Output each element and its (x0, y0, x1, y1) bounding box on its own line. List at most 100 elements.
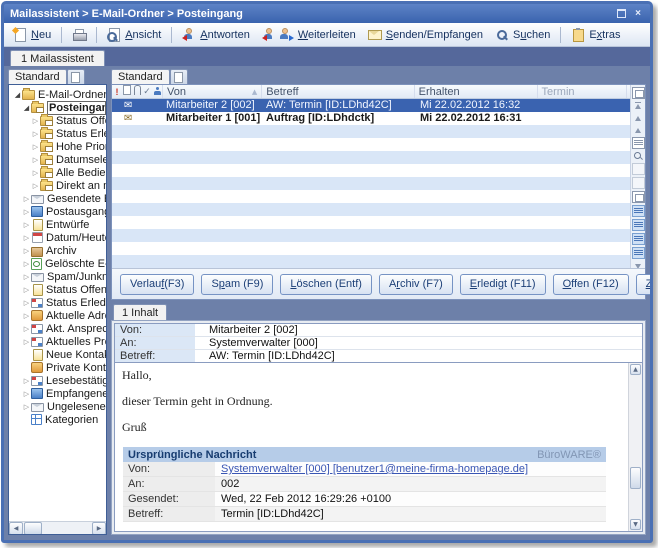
mail-row[interactable]: ✉Mitarbeiter 2 [002]AW: Termin [ID:LDhd4… (112, 99, 631, 112)
toolbar-button-extras[interactable]: Extras (566, 26, 625, 43)
tree-item-status-offen[interactable]: ▷Status Offen (9, 114, 106, 127)
attachment-column-icon[interactable] (132, 85, 142, 98)
scroll-down-icon[interactable]: ▼ (630, 519, 641, 530)
tree-item-postausgang[interactable]: ▷Postausgang (9, 205, 106, 218)
body-scrollbar[interactable]: ▲ ▼ (628, 363, 642, 531)
tree-item-datumselektion[interactable]: ▷Datumselektion (9, 153, 106, 166)
scrollbar-thumb[interactable] (630, 467, 641, 489)
tree-horizontal-scrollbar[interactable]: ◀ ▶ (9, 521, 106, 534)
tree-item-gel-schte-e-mails[interactable]: ▷Gelöschte E-Mails (9, 257, 106, 270)
tree-item-lesebest-tigungen[interactable]: ▷Lesebestätigungen (9, 374, 106, 387)
column-header-von[interactable]: Von▲ (162, 85, 261, 98)
expand-icon[interactable]: ▷ (31, 143, 40, 151)
expand-icon[interactable]: ▷ (31, 117, 40, 125)
tab-mailassistent[interactable]: 1 Mailassistent (10, 50, 105, 67)
person-column-icon[interactable] (152, 86, 162, 98)
tree-item-entw-rfe[interactable]: ▷Entwürfe (9, 218, 106, 231)
mail-row[interactable]: ✉Mitarbeiter 1 [001]Auftrag [ID:LDhdctk]… (112, 112, 631, 125)
spam-button[interactable]: Spam (F9) (201, 274, 273, 295)
tree-item-alle-bediener[interactable]: ▷Alle Bediener (9, 166, 106, 179)
tree-item-posteingang[interactable]: ◢Posteingang (9, 101, 106, 114)
expand-icon[interactable]: ▷ (31, 130, 40, 138)
tree-item-hohe-priorit-t[interactable]: ▷Hohe Priorität (9, 140, 106, 153)
expand-icon[interactable]: ▷ (22, 325, 31, 333)
expand-icon[interactable]: ▷ (22, 312, 31, 320)
tree-item-direkt-an-mich[interactable]: ▷Direkt an mich (9, 179, 106, 192)
tree-item-empfangene-mails[interactable]: ▷Empfangene Mails (9, 387, 106, 400)
copy-row-icon[interactable] (632, 191, 645, 203)
tab-inhalt[interactable]: 1 Inhalt (113, 304, 167, 320)
filter-icon[interactable] (632, 177, 645, 189)
scroll-left-icon[interactable]: ◀ (9, 522, 23, 535)
offen-button[interactable]: Offen (F12) (553, 274, 629, 295)
collapse-icon[interactable]: ◢ (22, 104, 31, 112)
tree-item-aktuelles-projekt[interactable]: ▷Aktuelles Projekt (9, 335, 106, 348)
collapse-icon[interactable]: ◢ (13, 91, 22, 99)
tree-item-ungelesene-mails[interactable]: ▷Ungelesene Mails (9, 400, 106, 413)
tree-item-gesendete-e-mails[interactable]: ▷Gesendete E-Mails (9, 192, 106, 205)
expand-icon[interactable]: ▷ (22, 260, 31, 268)
expand-icon[interactable]: ▷ (31, 182, 40, 190)
page-up-icon[interactable] (633, 113, 644, 123)
expand-icon[interactable]: ▷ (22, 390, 31, 398)
close-icon[interactable]: × (632, 8, 644, 19)
type-column-icon[interactable] (122, 85, 132, 98)
table-columns-icon[interactable] (632, 137, 645, 149)
expand-icon[interactable]: ▷ (22, 221, 31, 229)
expand-icon[interactable]: ▷ (22, 403, 31, 411)
loeschen-button[interactable]: Löschen (Entf) (280, 274, 372, 295)
tree-item-kategorien[interactable]: Kategorien (9, 413, 106, 426)
scroll-to-top-icon[interactable] (633, 101, 644, 111)
toolbar-button-weiterleiten[interactable]: Weiterleiten (257, 26, 361, 43)
scrollbar-thumb[interactable] (24, 522, 42, 535)
toolbar-button-drucken[interactable] (67, 26, 91, 43)
column-header-termin[interactable]: Termin (537, 85, 626, 98)
status-column-icon[interactable]: ✓ (142, 86, 152, 98)
tree-item-datum-heute[interactable]: ▷Datum/Heute (9, 231, 106, 244)
expand-icon[interactable]: ▷ (22, 208, 31, 216)
toolbar-button-ansicht[interactable]: Ansicht (102, 26, 166, 43)
expand-icon[interactable]: ▷ (22, 286, 31, 294)
tree-item-aktuelle-adresse[interactable]: ▷Aktuelle Adresse (9, 309, 106, 322)
view-list-4-icon[interactable] (632, 247, 645, 259)
list-tab-new[interactable] (170, 69, 188, 84)
column-header-erhalten[interactable]: Erhalten (414, 85, 537, 98)
list-tab-standard[interactable]: Standard (111, 69, 170, 84)
tree-item-status-erledigt[interactable]: ▷Status Erledigt (9, 127, 106, 140)
restore-icon[interactable] (615, 8, 627, 19)
expand-icon[interactable]: ▷ (22, 338, 31, 346)
expand-icon[interactable]: ▷ (22, 234, 31, 242)
expand-icon[interactable]: ▷ (31, 169, 40, 177)
priority-column-icon[interactable]: ! (112, 86, 122, 98)
expand-icon[interactable]: ▷ (22, 299, 31, 307)
view-list-3-icon[interactable] (632, 233, 645, 245)
tree-item-akt-ansprechpart[interactable]: ▷Akt. Ansprechpart (9, 322, 106, 335)
expand-icon[interactable]: ▷ (22, 195, 31, 203)
view-list-2-icon[interactable] (632, 219, 645, 231)
scroll-right-icon[interactable]: ▶ (92, 522, 106, 535)
toolbar-button-neu[interactable]: Neu (8, 26, 56, 43)
erledigt-button[interactable]: Erledigt (F11) (460, 274, 546, 295)
tree-item-spam-junkmails[interactable]: ▷Spam/Junkmails (9, 270, 106, 283)
toolbar-button-senden-empfangen[interactable]: Senden/Empfangen (363, 26, 488, 43)
expand-icon[interactable]: ▷ (22, 247, 31, 255)
expand-icon[interactable]: ▷ (31, 156, 40, 164)
tree-item-archiv[interactable]: ▷Archiv (9, 244, 106, 257)
tree-item-status-erledigt[interactable]: ▷Status Erledigt (9, 296, 106, 309)
search-icon[interactable] (633, 151, 644, 161)
toolbar-button-antworten[interactable]: Antworten (177, 26, 255, 43)
column-header-betreff[interactable]: Betreff (261, 85, 413, 98)
sender-link[interactable]: Systemverwalter [000] [benutzer1@meine-f… (215, 463, 528, 475)
scroll-up-icon[interactable]: ▲ (630, 364, 641, 375)
row-up-icon[interactable] (633, 125, 644, 135)
lookup-icon[interactable] (632, 163, 645, 175)
verlauf-button[interactable]: Verlauf (F3) (120, 274, 194, 295)
archiv-button[interactable]: Archiv (F7) (379, 274, 453, 295)
tree-item-neue-kontakte[interactable]: Neue Kontakte (9, 348, 106, 361)
folder-tab-new[interactable] (67, 69, 85, 84)
expand-icon[interactable]: ▷ (22, 273, 31, 281)
toolbar-button-suchen[interactable]: Suchen (490, 26, 555, 43)
zusatz-button[interactable]: Zusatz (636, 274, 653, 295)
expand-icon[interactable]: ▷ (22, 377, 31, 385)
tree-item-private-kontakte[interactable]: Private Kontakte (9, 361, 106, 374)
